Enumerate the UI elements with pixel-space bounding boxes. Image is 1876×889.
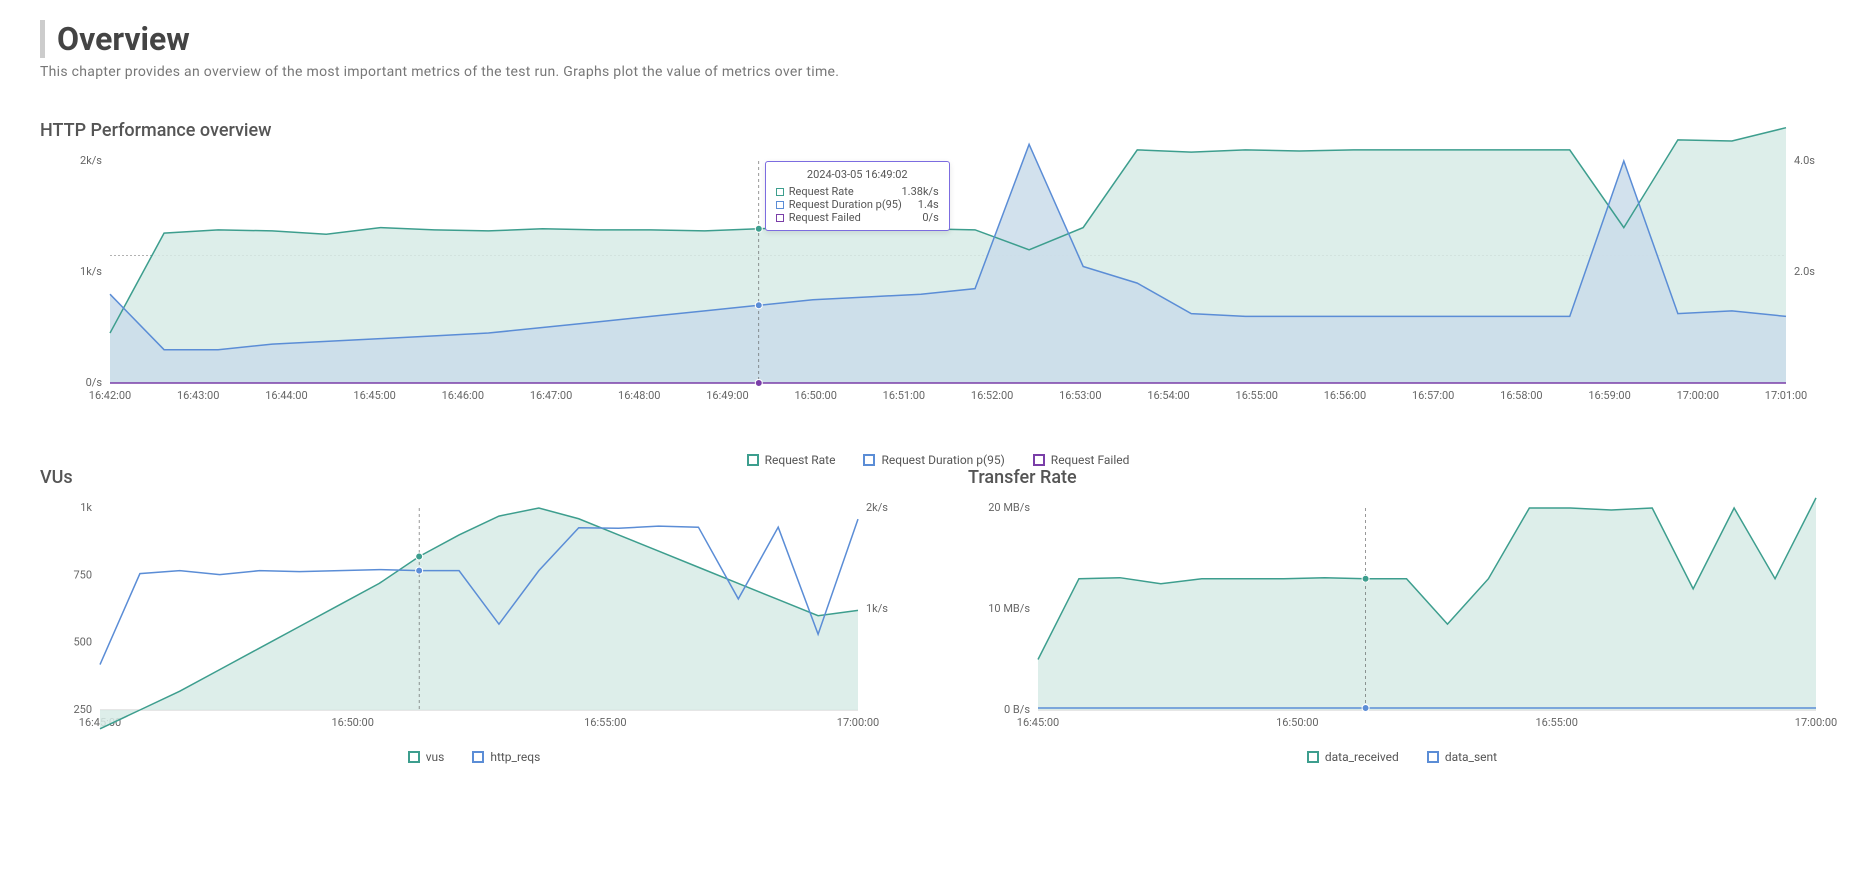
legend-item[interactable]: Request Rate xyxy=(747,453,836,467)
legend-vus: vus http_reqs xyxy=(40,750,908,764)
svg-text:2k/s: 2k/s xyxy=(866,501,888,514)
svg-text:16:46:00: 16:46:00 xyxy=(442,389,484,402)
section-title-http: HTTP Performance overview xyxy=(40,120,1836,141)
svg-text:1k: 1k xyxy=(80,501,92,514)
legend-item[interactable]: vus xyxy=(408,750,445,764)
svg-text:1k/s: 1k/s xyxy=(80,265,102,278)
svg-text:16:45:00: 16:45:00 xyxy=(353,389,395,402)
svg-text:17:01:00: 17:01:00 xyxy=(1765,389,1807,402)
svg-text:16:55:00: 16:55:00 xyxy=(584,716,626,729)
tooltip-row: Request Rate 1.38k/s xyxy=(776,185,939,198)
svg-text:1k/s: 1k/s xyxy=(866,602,888,615)
chart-transfer: Transfer Rate 0 B/s 10 MB/s 20 MB/s 16:45:0… xyxy=(968,467,1836,764)
svg-text:16:57:00: 16:57:00 xyxy=(1412,389,1454,402)
chart-transfer-svg[interactable]: 0 B/s 10 MB/s 20 MB/s 16:45:00 16:50:00 16:55… xyxy=(968,500,1836,740)
svg-text:16:59:00: 16:59:00 xyxy=(1588,389,1630,402)
svg-text:16:42:00: 16:42:00 xyxy=(89,389,131,402)
svg-text:10 MB/s: 10 MB/s xyxy=(988,602,1030,615)
legend-http: Request Rate Request Duration p(95) Requ… xyxy=(40,453,1836,467)
svg-text:0/s: 0/s xyxy=(86,376,103,389)
svg-text:16:55:00: 16:55:00 xyxy=(1236,389,1278,402)
svg-text:17:00:00: 17:00:00 xyxy=(837,716,879,729)
title-bar: Overview xyxy=(40,20,1836,58)
svg-text:500: 500 xyxy=(73,636,92,649)
section-title-vus: VUs xyxy=(40,467,908,488)
svg-text:17:00:00: 17:00:00 xyxy=(1795,716,1837,729)
legend-item[interactable]: Request Duration p(95) xyxy=(863,453,1004,467)
svg-text:16:55:00: 16:55:00 xyxy=(1535,716,1577,729)
svg-text:16:50:00: 16:50:00 xyxy=(1276,716,1318,729)
tooltip-row: Request Failed 0/s xyxy=(776,211,939,224)
svg-text:16:52:00: 16:52:00 xyxy=(971,389,1013,402)
legend-transfer: data_received data_sent xyxy=(968,750,1836,764)
svg-text:16:47:00: 16:47:00 xyxy=(530,389,572,402)
svg-text:16:45:00: 16:45:00 xyxy=(1017,716,1059,729)
svg-text:17:00:00: 17:00:00 xyxy=(1677,389,1719,402)
svg-text:2k/s: 2k/s xyxy=(80,154,102,167)
legend-item[interactable]: Request Failed xyxy=(1033,453,1130,467)
tooltip-row: Request Duration p(95) 1.4s xyxy=(776,198,939,211)
svg-text:16:49:00: 16:49:00 xyxy=(706,389,748,402)
chart-vus: VUs 2505007501k1k/s2k/s16:45:0016:50:001… xyxy=(40,467,908,764)
svg-text:16:48:00: 16:48:00 xyxy=(618,389,660,402)
svg-text:16:54:00: 16:54:00 xyxy=(1147,389,1189,402)
chart-tooltip: 2024-03-05 16:49:02 Request Rate 1.38k/s… xyxy=(765,161,950,231)
svg-text:750: 750 xyxy=(73,568,92,581)
svg-text:2.0s: 2.0s xyxy=(1794,265,1815,278)
svg-text:16:53:00: 16:53:00 xyxy=(1059,389,1101,402)
svg-text:16:50:00: 16:50:00 xyxy=(331,716,373,729)
svg-text:0 B/s: 0 B/s xyxy=(1004,703,1030,716)
svg-text:250: 250 xyxy=(73,703,92,716)
svg-text:16:43:00: 16:43:00 xyxy=(177,389,219,402)
page-subtitle: This chapter provides an overview of the… xyxy=(40,64,1836,80)
svg-text:16:51:00: 16:51:00 xyxy=(883,389,925,402)
svg-text:16:50:00: 16:50:00 xyxy=(794,389,836,402)
legend-item[interactable]: data_sent xyxy=(1427,750,1497,764)
section-title-transfer: Transfer Rate xyxy=(968,467,1836,488)
svg-text:16:44:00: 16:44:00 xyxy=(265,389,307,402)
page-title: Overview xyxy=(57,20,1836,58)
tooltip-time: 2024-03-05 16:49:02 xyxy=(776,168,939,181)
legend-item[interactable]: data_received xyxy=(1307,750,1399,764)
svg-text:16:58:00: 16:58:00 xyxy=(1500,389,1542,402)
svg-text:20 MB/s: 20 MB/s xyxy=(988,501,1030,514)
svg-text:16:56:00: 16:56:00 xyxy=(1324,389,1366,402)
svg-text:4.0s: 4.0s xyxy=(1794,154,1815,167)
legend-item[interactable]: http_reqs xyxy=(472,750,540,764)
chart-vus-svg[interactable]: 2505007501k1k/s2k/s16:45:0016:50:0016:55… xyxy=(40,500,908,740)
chart-http-perf: HTTP Performance overview 0/s 1k/s 2k/s 2.0… xyxy=(40,120,1836,467)
